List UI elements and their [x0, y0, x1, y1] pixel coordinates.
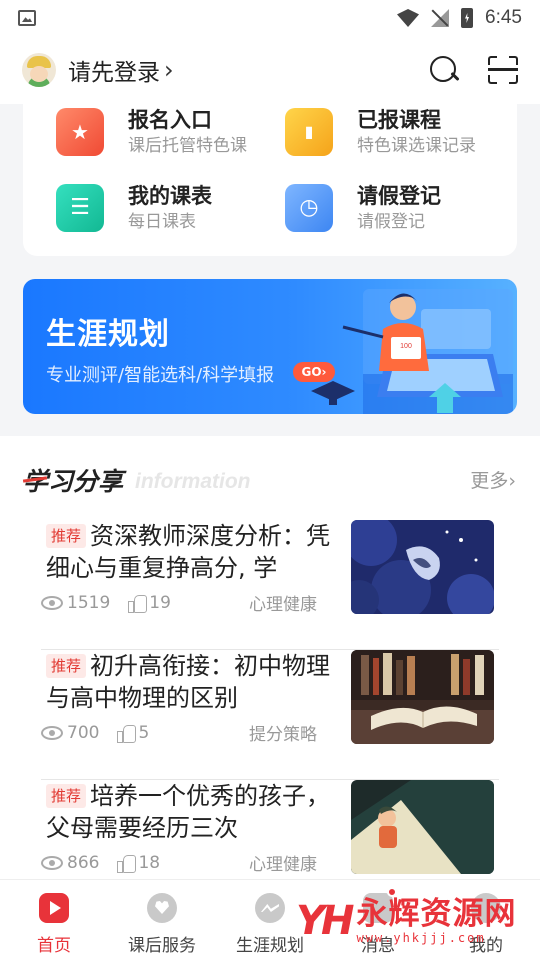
quick-entry-card: ★ 报名入口 课后托管特色课 ▮ 已报课程 特色课选课记录 ☰ 我的课表 每日课… — [23, 100, 517, 256]
article-title: 推荐 初升高衔接：初中物理与高中物理的区别 — [46, 650, 331, 714]
learning-share-section: 学习分享 information 更多› 推荐 资深教师深度分析：凭细心与重复挣高… — [0, 436, 540, 880]
chevron-right-icon: › — [508, 470, 516, 492]
grid-item-title: 请假登记 — [357, 184, 441, 208]
article-item[interactable]: 推荐 初升高衔接：初中物理与高中物理的区别 700 5 提分策略 — [41, 650, 499, 780]
article-category: 提分策略 — [249, 725, 317, 745]
tab-profile[interactable]: 我的 — [432, 880, 540, 960]
grid-item-subtitle: 特色课选课记录 — [357, 136, 476, 156]
home-play-icon — [39, 893, 69, 923]
view-count: 1519 — [67, 592, 111, 613]
wifi-icon — [397, 9, 420, 27]
grid-item-enroll[interactable]: ★ 报名入口 课后托管特色课 — [56, 106, 247, 159]
recommend-badge: 推荐 — [46, 784, 87, 808]
grid-item-title: 我的课表 — [128, 184, 212, 208]
like-count: 5 — [138, 722, 150, 743]
eye-icon — [41, 725, 63, 740]
tab-label: 课后服务 — [128, 936, 196, 956]
article-thumbnail — [351, 520, 494, 614]
like-count: 18 — [138, 852, 161, 873]
article-thumbnail — [351, 780, 494, 874]
grid-item-subtitle: 请假登记 — [357, 212, 425, 232]
status-bar: 6:45 — [0, 0, 540, 36]
grid-item-title: 已报课程 — [357, 108, 441, 132]
article-title-text: 初升高衔接：初中物理与高中物理的区别 — [46, 652, 331, 712]
heart-service-icon — [147, 893, 177, 923]
tab-label: 消息 — [361, 936, 395, 956]
profile-icon — [471, 893, 501, 923]
eye-icon — [41, 595, 63, 610]
recommend-badge: 推荐 — [46, 524, 87, 548]
article-meta: 866 18 心理健康 — [41, 850, 317, 875]
thumbs-up-icon — [117, 854, 137, 873]
tab-home[interactable]: 首页 — [0, 880, 108, 960]
more-label: 更多 — [470, 470, 509, 492]
article-thumbnail — [351, 650, 494, 744]
chevron-right-icon: › — [164, 56, 174, 84]
section-title: 学习分享 — [23, 462, 123, 498]
login-link[interactable]: 请先登录 › — [68, 53, 174, 87]
illus-paper-text: 100 — [400, 343, 412, 350]
view-count: 866 — [67, 852, 100, 873]
tab-career-planning[interactable]: 生涯规划 — [216, 880, 324, 960]
section-title-en: information — [135, 470, 251, 493]
grid-item-enrolled-courses[interactable]: ▮ 已报课程 特色课选课记录 — [285, 106, 476, 159]
no-signal-icon — [431, 9, 449, 27]
grid-item-schedule[interactable]: ☰ 我的课表 每日课表 — [56, 182, 212, 235]
career-icon — [255, 893, 285, 923]
avatar[interactable] — [22, 53, 56, 87]
eye-icon — [41, 855, 63, 870]
grid-item-leave[interactable]: ◷ 请假登记 请假登记 — [285, 182, 441, 235]
banner-subtitle: 专业测评/智能选科/科学填报 — [46, 365, 275, 386]
search-icon[interactable] — [430, 56, 458, 84]
article-title: 推荐 资深教师深度分析：凭细心与重复挣高分, 学 — [46, 520, 331, 584]
more-link[interactable]: 更多› — [470, 466, 516, 493]
star-badge-icon: ★ — [56, 108, 109, 159]
article-title: 推荐 培养一个优秀的孩子，父母需要经历三次 — [46, 780, 331, 844]
article-meta: 1519 19 心理健康 — [41, 590, 317, 615]
clock-icon: ◷ — [285, 184, 338, 235]
article-item[interactable]: 推荐 资深教师深度分析：凭细心与重复挣高分, 学 1519 19 心理健康 — [41, 520, 499, 650]
tab-label: 生涯规划 — [236, 936, 304, 956]
article-title-text: 培养一个优秀的孩子，父母需要经历三次 — [46, 782, 331, 842]
thumbs-up-icon — [128, 594, 148, 613]
tab-label: 我的 — [469, 936, 503, 956]
like-count: 19 — [149, 592, 171, 613]
view-count: 700 — [67, 722, 100, 743]
grid-item-subtitle: 课后托管特色课 — [128, 136, 247, 156]
article-category: 心理健康 — [249, 595, 317, 615]
grid-item-subtitle: 每日课表 — [128, 212, 196, 232]
status-time: 6:45 — [485, 7, 522, 28]
recommend-badge: 推荐 — [46, 654, 87, 678]
unread-dot — [387, 887, 397, 897]
bottom-navigation: 首页 课后服务 生涯规划 消息 我的 — [0, 879, 540, 960]
banner-title: 生涯规划 — [46, 317, 170, 352]
career-banner[interactable]: 生涯规划 专业测评/智能选科/科学填报 GO › 100 — [23, 279, 517, 414]
scan-icon[interactable] — [488, 56, 518, 84]
career-illustration: 100 — [311, 289, 513, 414]
battery-charging-icon — [461, 8, 474, 28]
login-label: 请先登录 — [68, 60, 160, 86]
bookmark-icon: ▮ — [285, 108, 338, 159]
tab-label: 首页 — [37, 936, 71, 956]
article-title-text: 资深教师深度分析：凭细心与重复挣高分, 学 — [46, 522, 331, 582]
tab-messages[interactable]: 消息 — [324, 880, 432, 960]
gallery-notification-icon — [18, 10, 36, 26]
top-header: 请先登录 › — [0, 36, 540, 104]
schedule-icon: ☰ — [56, 184, 109, 235]
thumbs-up-icon — [117, 724, 137, 743]
status-icons: 6:45 — [397, 7, 522, 29]
message-icon — [363, 887, 397, 923]
article-meta: 700 5 提分策略 — [41, 720, 317, 745]
tab-after-school-service[interactable]: 课后服务 — [108, 880, 216, 960]
grid-item-title: 报名入口 — [128, 108, 212, 132]
article-category: 心理健康 — [249, 855, 317, 875]
